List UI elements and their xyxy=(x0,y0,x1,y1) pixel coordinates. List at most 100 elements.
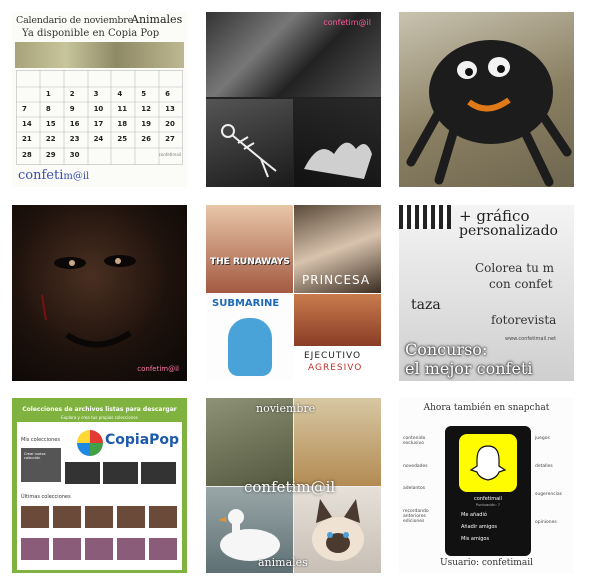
contest-line3: Colorea tu m xyxy=(475,261,555,275)
post-snapchat[interactable]: Ahora también en snapchat contenido excl… xyxy=(399,398,574,573)
calendar-tiny-mark: confetimail xyxy=(158,152,181,157)
poster-submarine: SUBMARINE xyxy=(206,294,293,381)
calendar-day: 3 xyxy=(93,90,99,98)
calendar-day: 5 xyxy=(141,90,147,98)
snapchat-list-item: sugerencias xyxy=(535,492,563,497)
snapchat-list-item: Añadir amigos xyxy=(461,524,498,530)
snapchat-list-item: contenido exclusivo xyxy=(403,436,426,447)
copiapop-crear: Crear nueva colección xyxy=(24,452,46,460)
calendar-day: 22 xyxy=(45,135,56,143)
contest-fotorevista: fotorevista xyxy=(491,313,557,327)
poster-ejecutivo-agresivo: EJECUTIVO AGRESIVO xyxy=(294,294,381,381)
calendar-day: 8 xyxy=(45,105,51,113)
snapchat-phone: confetimail Puntuación: 7 Me añadió Añadi… xyxy=(445,426,531,556)
copiapop-header: Colecciones de archivos listas para desc… xyxy=(22,406,177,413)
copiapop-panel: Mis colecciones Crear nueva colección Co… xyxy=(17,422,182,570)
snapchat-list-item: Me añadió xyxy=(461,512,487,518)
calendar-days: 1 2 3 4 5 6 7 8 9 10 11 12 13 14 15 16 17 18 19 20 21 22 23 24 2… xyxy=(16,70,183,165)
calendar-day: 6 xyxy=(165,90,171,98)
calendar-title-line1: Calendario de noviembre xyxy=(16,15,134,26)
calendar-day: 12 xyxy=(141,105,152,113)
calendar-footer-logo: confetim@il xyxy=(18,168,89,183)
poster-the-runaways: THE RUNAWAYS xyxy=(206,205,293,293)
collage-noviembre: noviembre xyxy=(256,402,316,415)
calendar-day: 23 xyxy=(69,135,80,143)
contest-mejor-confeti: el mejor confeti xyxy=(405,359,533,378)
logo-part-2: m@il xyxy=(63,171,90,182)
poster-princesa: PRINCESA xyxy=(294,205,381,293)
post-halloween-collage[interactable]: confetim@il xyxy=(206,12,381,187)
photo-watermark: confetim@il xyxy=(323,18,371,27)
calendar-day: 30 xyxy=(69,151,80,159)
calendar-day: 29 xyxy=(45,151,56,159)
poster-title-princesa: PRINCESA xyxy=(302,273,371,287)
snapchat-points: Puntuación: 7 xyxy=(476,503,500,507)
photo-skeleton-left xyxy=(206,99,293,187)
post-dark-face[interactable]: confetim@il xyxy=(12,205,187,381)
calendar-day: 16 xyxy=(69,120,80,128)
contest-line2: personalizado xyxy=(459,223,558,239)
post-spider-plush[interactable] xyxy=(399,12,574,187)
calendar-day: 20 xyxy=(165,120,175,128)
calendar-day: 21 xyxy=(22,135,32,143)
calendar-day: 10 xyxy=(93,105,104,113)
calendar-title-line2: Ya disponible en Copia Pop xyxy=(22,28,160,39)
snapchat-left-list: contenido exclusivo novedades adelantos rec… xyxy=(403,436,443,542)
snapchat-list-item: detalles xyxy=(535,464,553,469)
snapchat-title: Ahora también en snapchat xyxy=(423,403,550,413)
copiapop-crear-box[interactable]: Crear nueva colección xyxy=(21,448,61,482)
calendar-day: 25 xyxy=(117,135,128,143)
calendar-day: 24 xyxy=(93,135,104,143)
calendar-day: 7 xyxy=(22,105,27,113)
snapchat-menu: Me añadió Añadir amigos Mis amigos xyxy=(453,512,527,548)
spider-plush-illustration xyxy=(406,40,572,187)
snapchat-list-item: adelantos xyxy=(403,486,426,492)
contest-stripes xyxy=(399,205,451,229)
collage-animales: animales xyxy=(258,556,308,569)
calendar-day: 15 xyxy=(45,120,56,128)
poster-submarine-face xyxy=(228,318,272,376)
copiapop-sub: Explora y crea tus propias colecciones xyxy=(61,415,138,420)
post-contest-confeti[interactable]: + gráfico personalizado Colorea tu m con… xyxy=(399,205,574,381)
post-copiapop[interactable]: Colecciones de archivos listas para desc… xyxy=(12,398,187,573)
snapchat-list-item: recordando anteriores ediciones xyxy=(403,508,429,525)
calendar-day: 9 xyxy=(69,105,75,113)
calendar-day: 14 xyxy=(22,120,32,128)
logo-part-1: confeti xyxy=(18,168,64,183)
photo-hand-right xyxy=(294,99,381,187)
calendar-day: 18 xyxy=(117,120,128,128)
calendar-day: 26 xyxy=(141,135,152,143)
poster-title-runaways: THE RUNAWAYS xyxy=(210,257,290,267)
snapchat-footer: Usuario: confetimail xyxy=(440,558,533,568)
calendar-day: 4 xyxy=(117,90,123,98)
copiapop-logo-icon xyxy=(77,430,103,456)
face-illustration xyxy=(41,255,136,348)
snapchat-list-item: opiniones xyxy=(535,520,557,525)
contest-line4: con confet xyxy=(489,277,553,291)
calendar-day: 2 xyxy=(69,90,75,98)
poster-title-submarine: SUBMARINE xyxy=(212,298,280,309)
copiapop-thumbs-row3 xyxy=(21,538,178,560)
calendar-day: 28 xyxy=(22,151,32,159)
calendar-day: 17 xyxy=(93,120,104,128)
copiapop-ultimas: Últimas colecciones xyxy=(21,494,71,500)
poster-title-ejecutivo: EJECUTIVO xyxy=(304,351,362,361)
copiapop-mis-colecciones: Mis colecciones xyxy=(21,437,60,443)
snapchat-code xyxy=(459,434,517,492)
contest-taza: taza xyxy=(411,297,441,313)
post-movie-posters[interactable]: THE RUNAWAYS PRINCESA SUBMARINE EJECUTIV… xyxy=(206,205,381,381)
calendar-day: 27 xyxy=(165,135,175,143)
collage-confetimail: confetim@il xyxy=(244,478,336,496)
post-calendar-november[interactable]: Calendario de noviembre Animales Ya disp… xyxy=(12,12,187,187)
post-animals-collage[interactable]: noviembre confetim@il animales xyxy=(206,398,381,573)
copiapop-thumbs-row1 xyxy=(65,462,177,484)
snapchat-list-item: novedades xyxy=(403,463,428,469)
snapchat-list-item: Mis amigos xyxy=(461,536,490,542)
snapchat-right-list: juegos detalles sugerencias opiniones xyxy=(535,436,573,548)
snapchat-list-item: juegos xyxy=(535,436,550,441)
photo-watermark: confetim@il xyxy=(137,365,179,373)
calendar-header-image xyxy=(15,42,184,68)
calendar-day: 19 xyxy=(141,120,152,128)
contest-concurso: Concurso: xyxy=(405,340,488,359)
calendar-animals-label: Animales xyxy=(131,13,183,26)
